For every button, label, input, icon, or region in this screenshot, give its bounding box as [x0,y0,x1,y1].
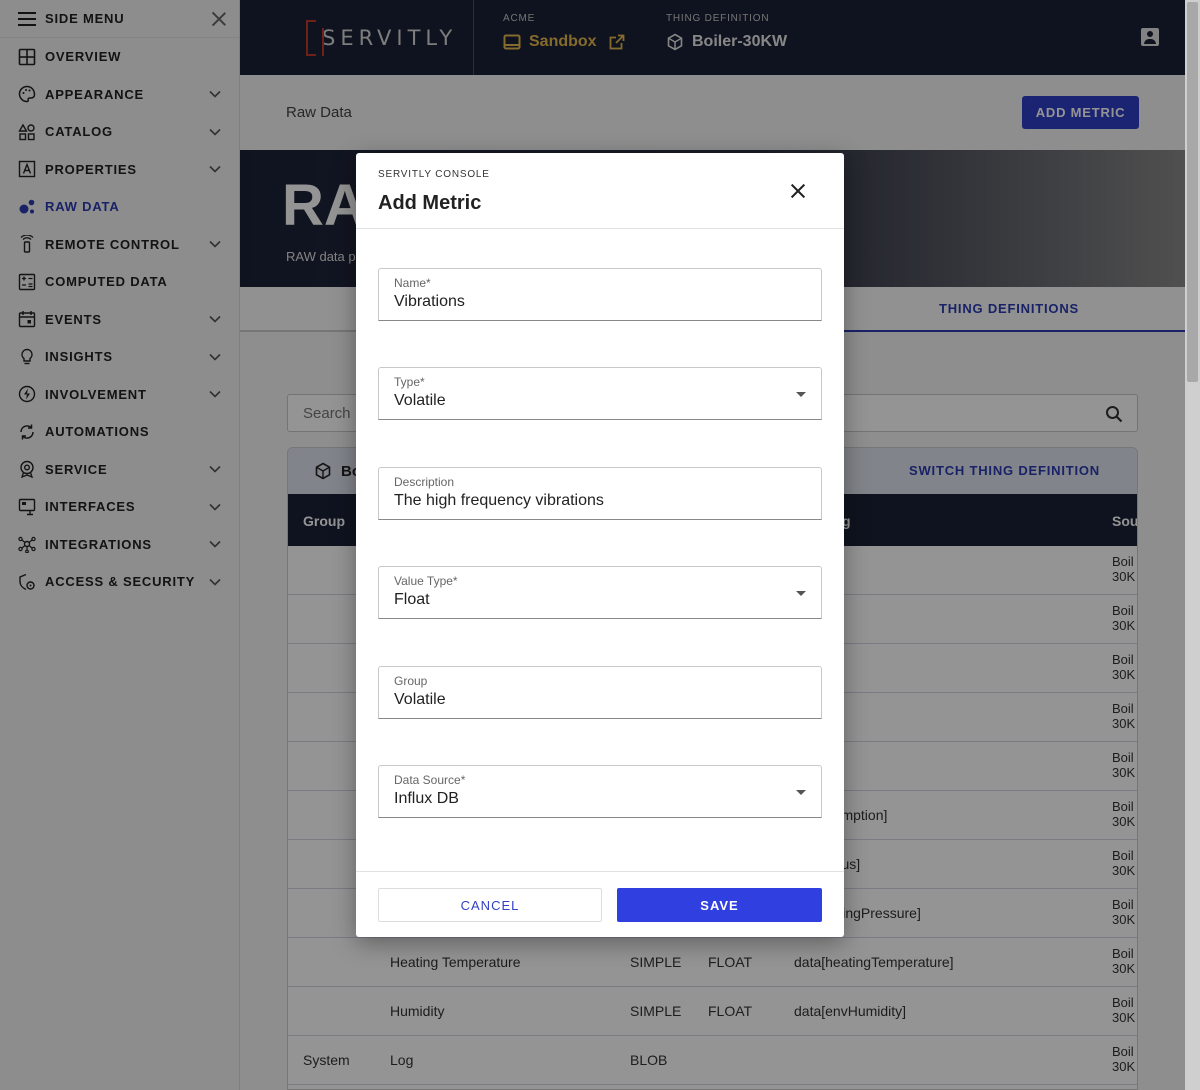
description-field-label: Description [394,475,455,489]
description-field[interactable]: Description [378,467,822,520]
group-field[interactable]: Group [378,666,822,719]
value-type-select[interactable]: Value Type* Float [378,566,822,619]
data-source-field-label: Data Source* [394,773,466,787]
dialog-header: SERVITLY CONSOLE Add Metric [356,153,844,229]
dialog-kicker: SERVITLY CONSOLE [378,169,490,180]
value-type-field-label: Value Type* [394,574,458,588]
add-metric-dialog: SERVITLY CONSOLE Add Metric Name* Type* … [356,153,844,937]
cancel-button[interactable]: CANCEL [378,888,602,922]
value-type-selected-value: Float [394,591,430,608]
description-input[interactable] [394,492,794,510]
dropdown-caret-icon[interactable] [796,392,806,397]
name-field[interactable]: Name* [378,268,822,321]
save-button[interactable]: SAVE [617,888,822,922]
group-field-label: Group [394,674,428,688]
type-field-label: Type* [394,375,425,389]
page-scrollbar[interactable] [1185,0,1200,1090]
dropdown-caret-icon[interactable] [796,790,806,795]
type-select[interactable]: Type* Volatile [378,367,822,420]
data-source-selected-value: Influx DB [394,790,459,807]
dropdown-caret-icon[interactable] [796,591,806,596]
data-source-select[interactable]: Data Source* Influx DB [378,765,822,818]
dialog-footer: CANCEL SAVE [356,871,844,937]
name-input[interactable] [394,293,794,311]
type-selected-value: Volatile [394,392,446,409]
group-input[interactable] [394,691,794,709]
dialog-title: Add Metric [378,192,482,214]
name-field-label: Name* [394,276,431,290]
app-root: SIDE MENU OVERVIEW APPEARANCE CATALOG PR… [0,0,1200,1090]
close-icon[interactable] [790,183,806,199]
scrollbar-thumb[interactable] [1187,2,1198,382]
